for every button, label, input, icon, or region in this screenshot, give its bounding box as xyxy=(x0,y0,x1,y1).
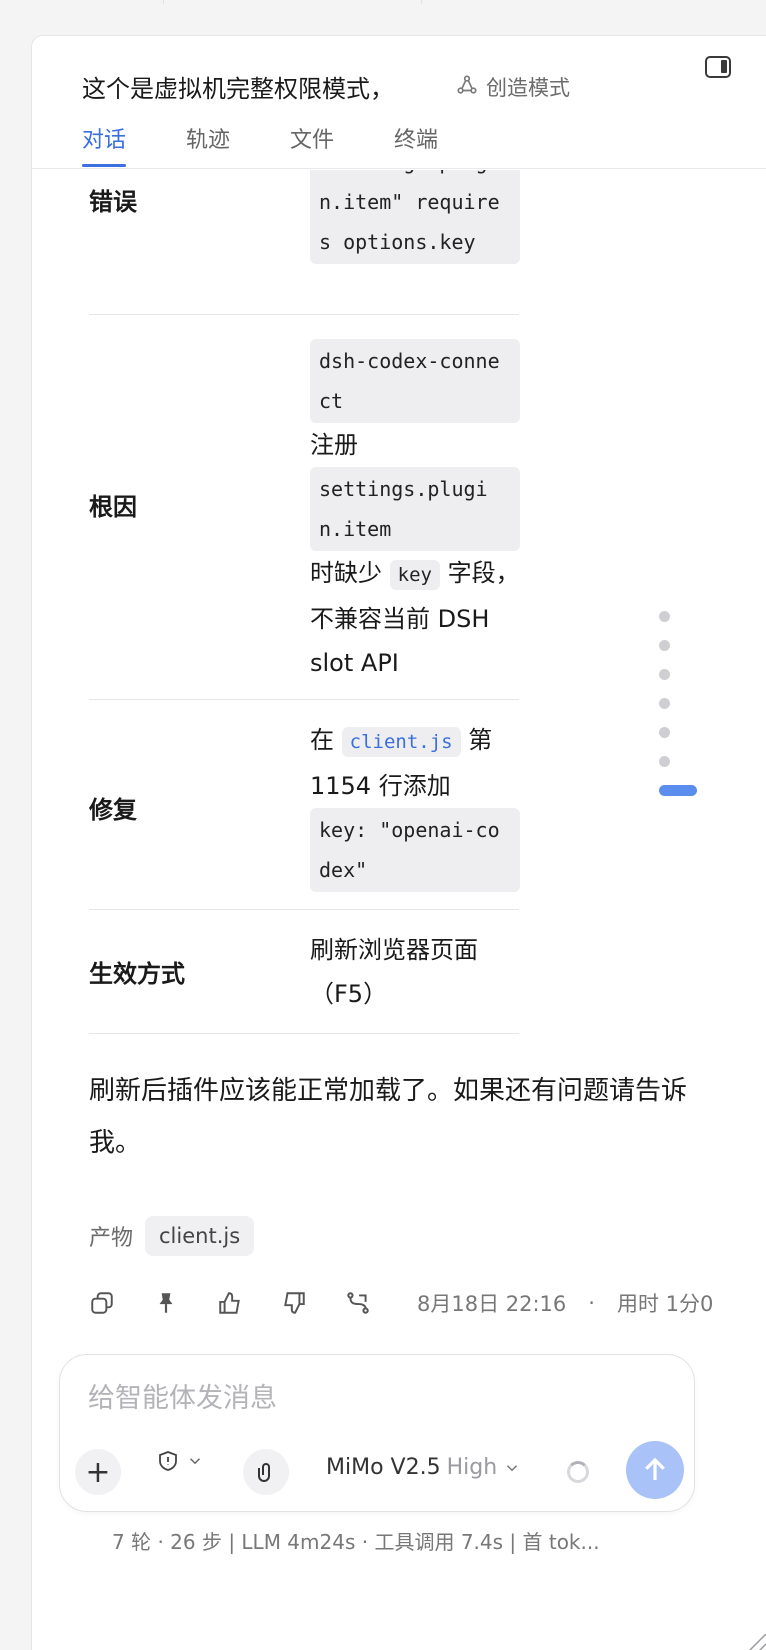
scroll-dot[interactable] xyxy=(659,640,670,651)
code-block: "settings.plugin.item" requires options.… xyxy=(310,170,520,264)
tab-chat[interactable]: 对话 xyxy=(82,122,127,167)
scroll-dot[interactable] xyxy=(659,669,670,680)
mode-indicator[interactable]: 创造模式 xyxy=(456,72,570,102)
message-composer: + MiMo V2.5 High xyxy=(59,1354,695,1512)
resize-grip-icon[interactable] xyxy=(732,1626,766,1650)
model-level: High xyxy=(446,1455,498,1480)
row-body: 刷新浏览器页面（F5） xyxy=(310,936,478,1008)
scroll-dot[interactable] xyxy=(659,727,670,738)
code-block: settings.plugin.item xyxy=(310,467,520,551)
artifacts: 产物 client.js xyxy=(89,1216,255,1256)
table-row: 生效方式 刷新浏览器页面（F5） xyxy=(89,910,519,1034)
message-input[interactable] xyxy=(88,1383,648,1414)
model-selector[interactable]: MiMo V2.5 High xyxy=(326,1455,521,1480)
add-button[interactable]: + xyxy=(75,1449,121,1495)
chevron-down-icon xyxy=(507,1464,518,1471)
shield-icon xyxy=(159,1451,177,1471)
branch-icon[interactable] xyxy=(345,1290,371,1316)
artifact-chip[interactable]: client.js xyxy=(145,1216,255,1256)
text-fragment: 在 client.js 第 1154 行添加 xyxy=(310,726,493,800)
tab-bar: 对话 轨迹 文件 终端 xyxy=(82,122,498,167)
row-label: 生效方式 xyxy=(89,960,185,988)
row-body: "settings.plugin.item" requires options.… xyxy=(310,170,520,264)
strip-divider xyxy=(421,0,422,4)
strip-divider xyxy=(163,0,164,4)
attach-button[interactable] xyxy=(243,1449,289,1495)
scroll-dot[interactable] xyxy=(659,756,670,767)
scroll-dot[interactable] xyxy=(659,698,670,709)
loading-spinner-icon xyxy=(567,1461,589,1483)
tab-files[interactable]: 文件 xyxy=(290,122,334,167)
row-label: 根因 xyxy=(89,493,137,521)
thumbs-down-icon[interactable] xyxy=(281,1290,307,1316)
text-fragment: 注册 xyxy=(310,431,358,459)
top-strip xyxy=(0,0,766,8)
file-link[interactable]: client.js xyxy=(341,727,461,757)
meta-separator: · xyxy=(588,1291,595,1315)
scroll-dot[interactable] xyxy=(659,611,670,622)
mode-icon xyxy=(456,74,478,101)
table-row: 错误 "settings.plugin.item" requires optio… xyxy=(89,170,520,315)
conversation-title: 这个是虚拟机完整权限模式， xyxy=(82,75,394,103)
status-bar: 7 轮 · 26 步 | LLM 4m24s · 工具调用 7.4s | 首 t… xyxy=(112,1530,600,1554)
text-fragment: 时缺少 key 字段，不兼容当前 DSH slot API xyxy=(310,559,520,677)
message-date: 8月18日 22:16 xyxy=(417,1292,567,1316)
row-label: 修复 xyxy=(89,796,137,824)
chat-panel: 这个是虚拟机完整权限模式， 创造模式 对话 轨迹 文件 终端 错误 "setti… xyxy=(31,35,766,1650)
sidebar-toggle-icon[interactable] xyxy=(705,56,731,78)
plus-icon: + xyxy=(85,1454,111,1490)
row-body: dsh-codex-connect 注册 settings.plugin.ite… xyxy=(310,339,520,685)
pin-icon[interactable] xyxy=(153,1290,179,1316)
assistant-summary: 刷新后插件应该能正常加载了。如果还有问题请告诉我。 xyxy=(89,1076,688,1158)
tab-terminal[interactable]: 终端 xyxy=(394,122,438,167)
inline-code: key xyxy=(389,560,440,590)
message-duration: 用时 1分0 xyxy=(616,1292,714,1316)
row-label: 错误 xyxy=(89,188,137,216)
model-name: MiMo V2.5 xyxy=(326,1455,441,1480)
message-content: 错误 "settings.plugin.item" requires optio… xyxy=(32,170,766,1420)
permission-selector[interactable] xyxy=(156,1449,204,1473)
message-actions: 8月18日 22:16 · 用时 1分0 xyxy=(89,1288,713,1318)
chat-header: 这个是虚拟机完整权限模式， 创造模式 对话 轨迹 文件 终端 xyxy=(32,36,766,169)
table-row: 修复 在 client.js 第 1154 行添加 key: "openai-c… xyxy=(89,700,520,910)
tab-trace[interactable]: 轨迹 xyxy=(186,122,230,167)
scroll-dot-active[interactable] xyxy=(659,785,697,796)
code-block: dsh-codex-connect xyxy=(310,339,520,423)
thumbs-up-icon[interactable] xyxy=(217,1290,243,1316)
send-button[interactable] xyxy=(626,1441,684,1499)
mode-label: 创造模式 xyxy=(486,76,570,100)
arrow-up-icon xyxy=(645,1457,665,1480)
paperclip-icon xyxy=(258,1463,270,1482)
table-row: 根因 dsh-codex-connect 注册 settings.plugin.… xyxy=(89,315,520,700)
chevron-down-icon xyxy=(189,1458,201,1465)
row-body: 在 client.js 第 1154 行添加 key: "openai-code… xyxy=(310,718,520,892)
copy-icon[interactable] xyxy=(89,1290,115,1316)
artifacts-label: 产物 xyxy=(89,1226,134,1251)
code-block: key: "openai-codex" xyxy=(310,808,520,892)
scroll-navigator[interactable] xyxy=(658,611,698,814)
